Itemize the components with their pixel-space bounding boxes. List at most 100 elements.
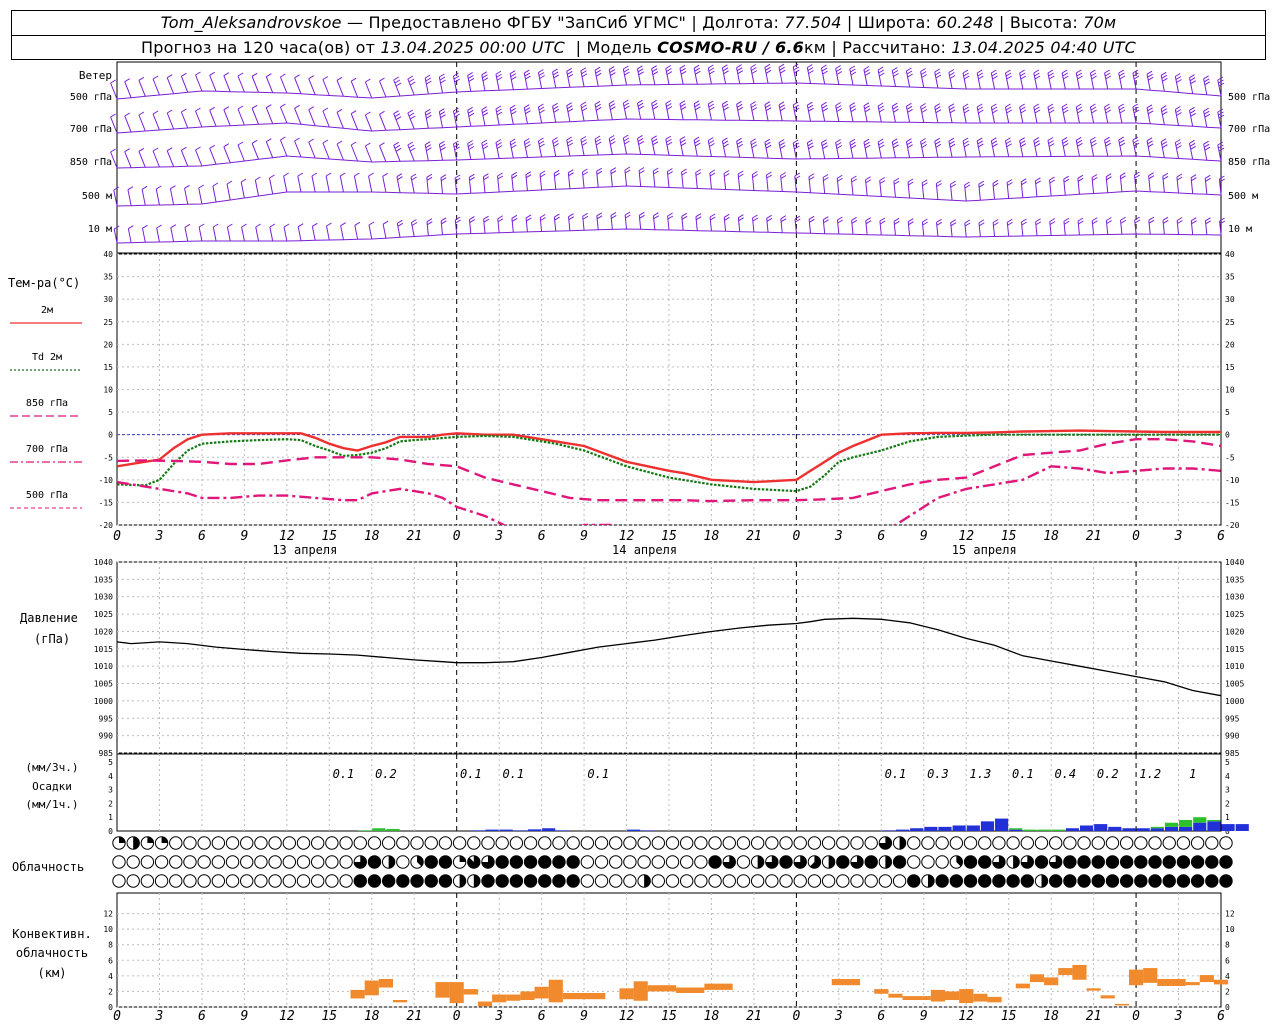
cloud-symbol-high	[367, 836, 382, 850]
wind-barb-feather	[623, 65, 629, 70]
temperature-ytick-left: 15	[103, 363, 113, 372]
cloud-symbol-low	[112, 874, 126, 888]
cloud-symbol-fill	[978, 855, 991, 869]
wind-barb-feather	[1132, 136, 1139, 141]
wind-barb	[237, 144, 245, 162]
wind-barb-feather	[595, 141, 602, 146]
wind-barb-feather	[1005, 69, 1011, 74]
wind-barb-feather	[495, 139, 502, 143]
wind-barb-feather	[694, 103, 700, 108]
convective-bar	[1185, 982, 1200, 986]
wind-track-line	[116, 185, 1222, 207]
convective-xtick: 6	[1217, 1009, 1225, 1024]
cloud-symbol-middle	[310, 855, 325, 869]
wind-barb-feather	[166, 74, 173, 79]
wind-barb-feather	[624, 140, 630, 145]
wind-barb-feather	[184, 223, 191, 228]
wind-barb-feather	[837, 177, 843, 182]
cloud-symbol-fill	[864, 855, 878, 869]
cloud-symbol-high	[1006, 836, 1020, 850]
convective-xtick: 6	[877, 1009, 885, 1024]
wind-barb	[198, 226, 203, 242]
wind-barb-feather	[510, 141, 516, 146]
wind-barb-feather	[850, 71, 857, 76]
cloud-symbol-middle	[225, 855, 240, 869]
wind-barb-feather	[497, 215, 504, 220]
cloud-symbol-low	[750, 874, 765, 888]
precip-bar-snow	[1179, 819, 1193, 827]
wind-barb-feather	[1190, 80, 1196, 85]
wind-barb-feather	[639, 214, 645, 219]
wind-barb-feather	[468, 112, 475, 117]
precip-bar-rain	[1235, 824, 1249, 831]
wind-barb-feather	[1062, 72, 1068, 77]
cloud-symbol-fill	[927, 874, 935, 888]
wind-barb-feather	[1120, 175, 1126, 180]
wind-barb-feather	[765, 104, 771, 109]
wind-barb-feather	[409, 115, 416, 120]
wind-barb-feather	[935, 143, 942, 148]
cloud-symbol-fill	[907, 874, 920, 888]
wind-barb-feather	[539, 143, 545, 148]
wind-barb-feather	[312, 222, 318, 227]
wind-barb-feather	[934, 68, 940, 73]
wind-barb-feather	[379, 110, 385, 115]
precipitation-ytick-left: 0	[108, 827, 113, 836]
cloud-symbol-low	[183, 874, 197, 888]
wind-barb	[297, 226, 302, 241]
wind-barb	[326, 225, 330, 241]
wind-barb	[255, 226, 260, 242]
cloud-symbol-high	[396, 836, 410, 850]
wind-barb-feather	[906, 102, 912, 107]
wind-barb-feather	[808, 173, 815, 178]
wind-barb-feather	[807, 67, 814, 71]
precip-bar-rain	[556, 830, 570, 831]
cloud-symbol-high	[381, 836, 396, 850]
precip-bar-snow	[1164, 822, 1179, 827]
cloud-symbol-fill	[1163, 855, 1176, 869]
wind-barb-feather	[409, 81, 416, 86]
wind-barb-feather	[794, 215, 801, 220]
cloud-symbol-low	[282, 874, 297, 888]
wind-barb-feather	[1006, 179, 1013, 183]
wind-barb-feather	[407, 109, 414, 114]
wind-barb-feather	[241, 223, 247, 228]
wind-barb-feather	[764, 63, 771, 68]
wind-barb-feather	[1203, 143, 1210, 148]
wind-barb-feather	[920, 106, 927, 110]
wind-barb-feather	[1063, 75, 1069, 80]
wind-barb	[354, 225, 359, 240]
wind-barb-feather	[792, 101, 799, 106]
pressure-ytick-right: 1040	[1225, 558, 1244, 567]
wind-barb-feather	[766, 217, 773, 222]
convective-ytick-right: 8	[1225, 941, 1230, 950]
wind-barb-feather	[666, 71, 673, 75]
cloud-symbol-low	[197, 874, 211, 888]
wind-barb-feather	[637, 134, 643, 139]
wind-barb-feather	[453, 140, 459, 145]
cloud-symbol-high	[282, 836, 297, 850]
wind-barb-feather	[821, 64, 827, 69]
wind-barb	[308, 141, 316, 159]
wind-barb-feather	[935, 109, 942, 114]
wind-barb-feather	[297, 172, 304, 177]
wind-barb-feather	[865, 179, 872, 184]
wind-barb-feather	[765, 144, 772, 149]
cloud-symbol-high	[538, 836, 552, 850]
cloud-symbol-middle	[268, 855, 282, 869]
wind-barb-feather	[170, 224, 177, 229]
cloud-symbol-fill	[481, 874, 495, 888]
wind-track-line	[116, 153, 1222, 169]
precip-bar-rain	[542, 828, 556, 831]
wind-barb	[195, 149, 203, 167]
wind-barb-feather	[1191, 177, 1197, 182]
wind-barb-feather	[539, 75, 545, 79]
wind-barb	[195, 110, 203, 128]
cloud-symbol-low	[651, 874, 666, 888]
wind-barb-feather	[467, 106, 473, 111]
wind-barb-feather	[1077, 109, 1083, 114]
wind-barb-feather	[1021, 218, 1027, 223]
wind-barb	[155, 188, 160, 206]
cloud-symbol-high	[1020, 836, 1035, 850]
wind-barb-feather	[610, 211, 617, 216]
